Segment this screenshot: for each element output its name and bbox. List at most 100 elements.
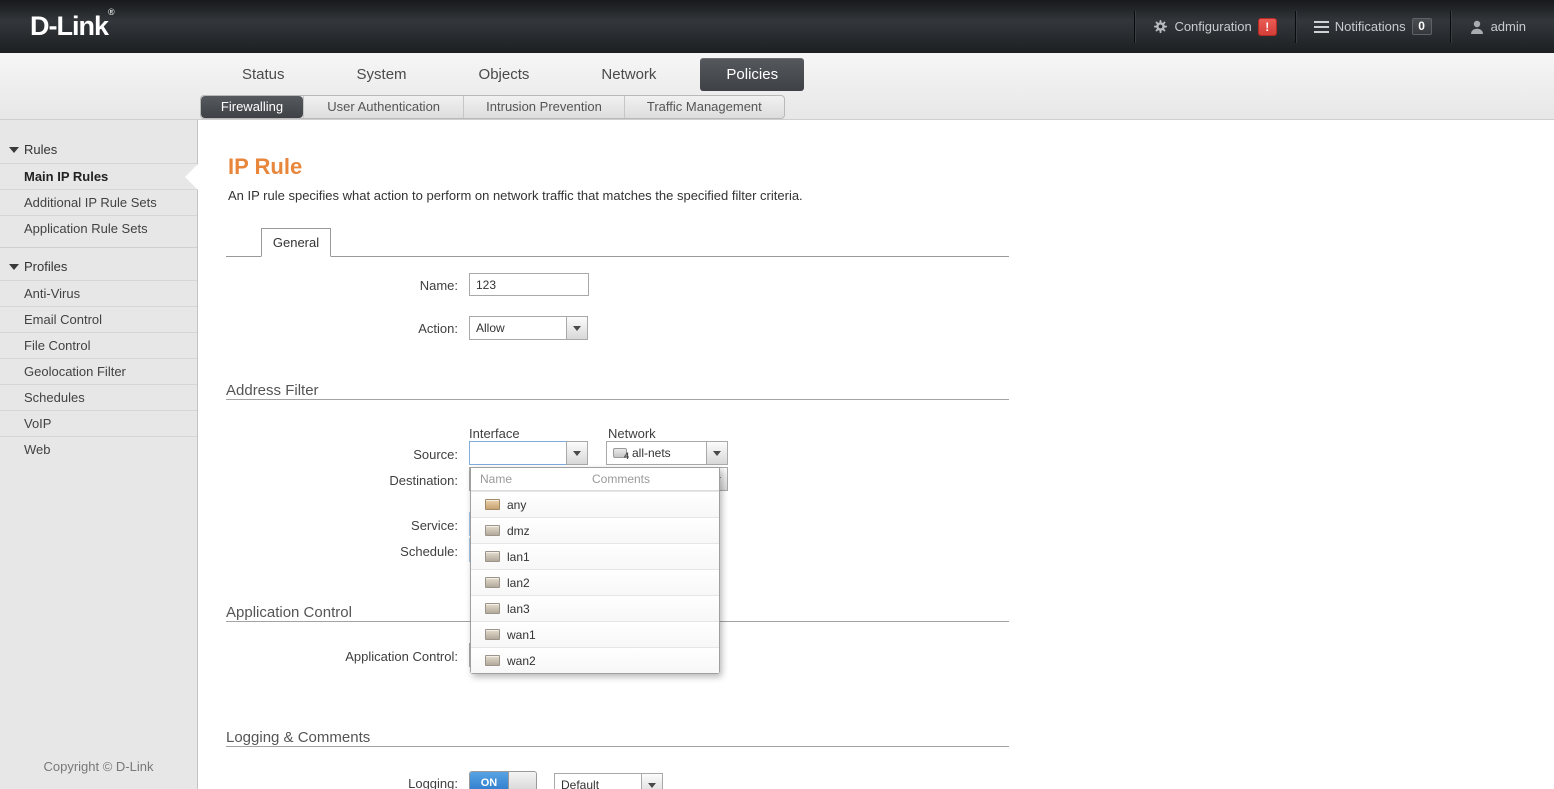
dropdown-item-lan2[interactable]: lan2 — [471, 569, 719, 595]
selected-pointer-icon — [185, 163, 198, 190]
item-label: wan2 — [507, 653, 536, 668]
sidebar-item-application-rule-sets[interactable]: Application Rule Sets — [0, 215, 197, 241]
action-value: Allow — [476, 321, 505, 335]
tab-policies[interactable]: Policies — [700, 57, 805, 91]
dropdown-header-row: Name Comments — [471, 468, 719, 491]
interface-column-label: Interface — [469, 426, 520, 441]
source-label: Source: — [413, 447, 458, 462]
gear-icon — [1154, 19, 1168, 34]
interface-icon — [485, 551, 500, 562]
item-label: Anti-Virus — [24, 286, 81, 301]
configuration-button[interactable]: Configuration ! — [1153, 17, 1277, 36]
item-label: lan3 — [507, 601, 530, 616]
source-network-dropdown-button[interactable] — [706, 441, 728, 465]
sidebar-item-file-control[interactable]: File Control — [0, 332, 197, 358]
registered-mark: ® — [108, 7, 115, 17]
section-line — [226, 746, 1009, 747]
name-input[interactable] — [469, 273, 589, 296]
ipv4-address-icon: 4 — [613, 448, 629, 461]
tab-system[interactable]: System — [334, 58, 430, 91]
item-label: Additional IP Rule Sets — [24, 195, 157, 210]
source-network-value: all-nets — [632, 446, 671, 460]
action-dropdown-button[interactable] — [566, 316, 588, 340]
destination-label: Destination: — [389, 473, 458, 488]
application-control-heading: Application Control — [226, 604, 352, 621]
logging-level-dropdown-button[interactable] — [641, 773, 663, 789]
source-interface-combobox[interactable] — [469, 441, 588, 465]
configuration-label: Configuration — [1174, 19, 1252, 34]
sidebar-item-web[interactable]: Web — [0, 436, 197, 462]
sidebar-section-rules[interactable]: Rules — [0, 136, 197, 163]
item-label: Application Rule Sets — [24, 221, 148, 236]
notifications-count-badge: 0 — [1411, 18, 1432, 35]
dropdown-column-name: Name — [480, 472, 513, 486]
chevron-down-icon — [573, 450, 581, 456]
hamburger-icon — [1313, 20, 1329, 33]
dlink-logo: D-Link® — [30, 7, 115, 42]
dropdown-item-lan3[interactable]: lan3 — [471, 595, 719, 621]
source-interface-dropdown-button[interactable] — [566, 441, 588, 465]
sidebar-item-schedules[interactable]: Schedules — [0, 384, 197, 410]
subtab-firewalling[interactable]: Firewalling — [201, 96, 303, 118]
top-bar-actions: Configuration ! Notifications 0 admin — [1116, 0, 1526, 53]
tab-general[interactable]: General — [261, 228, 331, 257]
chevron-down-icon — [573, 325, 581, 331]
action-select[interactable]: Allow — [469, 316, 588, 340]
logging-level-combobox[interactable]: Default — [554, 773, 663, 789]
sidebar-item-additional-ip-rule-sets[interactable]: Additional IP Rule Sets — [0, 189, 197, 215]
tab-strip-line — [226, 256, 1009, 257]
interface-picker-dropdown: Name Comments any dmz lan1 lan2 lan3 wan… — [470, 467, 720, 674]
schedule-label: Schedule: — [400, 544, 458, 559]
dropdown-item-wan1[interactable]: wan1 — [471, 621, 719, 647]
source-network-combobox[interactable]: 4 all-nets — [606, 441, 728, 465]
toggle-knob — [508, 772, 536, 789]
main-tabs: Status System Objects Network Policies — [206, 57, 812, 91]
subtab-traffic-management[interactable]: Traffic Management — [623, 96, 784, 118]
dropdown-item-any[interactable]: any — [471, 491, 719, 517]
dropdown-item-lan1[interactable]: lan1 — [471, 543, 719, 569]
notifications-button[interactable]: Notifications 0 — [1313, 18, 1432, 35]
sidebar-item-geolocation-filter[interactable]: Geolocation Filter — [0, 358, 197, 384]
sidebar: Rules Main IP Rules Additional IP Rule S… — [0, 120, 198, 789]
network-column-label: Network — [608, 426, 656, 441]
main-content: IP Rule An IP rule specifies what action… — [199, 120, 1554, 789]
page-title: IP Rule — [228, 154, 303, 179]
section-label: Profiles — [24, 259, 68, 274]
item-label: Schedules — [24, 390, 85, 405]
dropdown-item-wan2[interactable]: wan2 — [471, 647, 719, 673]
chevron-down-icon — [648, 782, 656, 788]
sidebar-list: Rules Main IP Rules Additional IP Rule S… — [0, 136, 198, 462]
subtab-intrusion-prevention[interactable]: Intrusion Prevention — [463, 96, 623, 118]
sidebar-item-email-control[interactable]: Email Control — [0, 306, 197, 332]
app-window: D-Link® Configuration ! Notifications 0 … — [0, 0, 1554, 789]
separator — [1134, 10, 1136, 43]
name-label: Name: — [419, 278, 458, 293]
sidebar-section-profiles[interactable]: Profiles — [0, 253, 197, 280]
item-label: lan2 — [507, 575, 530, 590]
sidebar-item-anti-virus[interactable]: Anti-Virus — [0, 280, 197, 306]
user-menu[interactable]: admin — [1469, 19, 1526, 35]
logging-toggle[interactable]: ON — [469, 771, 537, 789]
item-label: File Control — [24, 338, 91, 353]
copyright-text: Copyright © D-Link — [43, 759, 154, 774]
item-label: Email Control — [24, 312, 103, 327]
username-label: admin — [1490, 19, 1526, 34]
action-label: Action: — [418, 321, 458, 336]
dropdown-column-comments: Comments — [592, 472, 651, 486]
item-label: VoIP — [24, 416, 52, 431]
subtab-user-authentication[interactable]: User Authentication — [303, 96, 463, 118]
item-label: any — [507, 497, 527, 512]
application-control-label: Application Control: — [345, 649, 458, 664]
interface-icon — [485, 525, 500, 536]
tab-status[interactable]: Status — [219, 58, 308, 91]
tab-network[interactable]: Network — [578, 58, 679, 91]
chevron-down-icon — [713, 450, 721, 456]
triangle-down-icon — [9, 264, 19, 270]
sidebar-item-main-ip-rules[interactable]: Main IP Rules — [0, 163, 198, 190]
sidebar-item-voip[interactable]: VoIP — [0, 410, 197, 436]
interface-icon — [485, 603, 500, 614]
tab-objects[interactable]: Objects — [456, 58, 553, 91]
separator — [1449, 10, 1451, 43]
sub-tabs: Firewalling User Authentication Intrusio… — [200, 95, 785, 119]
dropdown-item-dmz[interactable]: dmz — [471, 517, 719, 543]
